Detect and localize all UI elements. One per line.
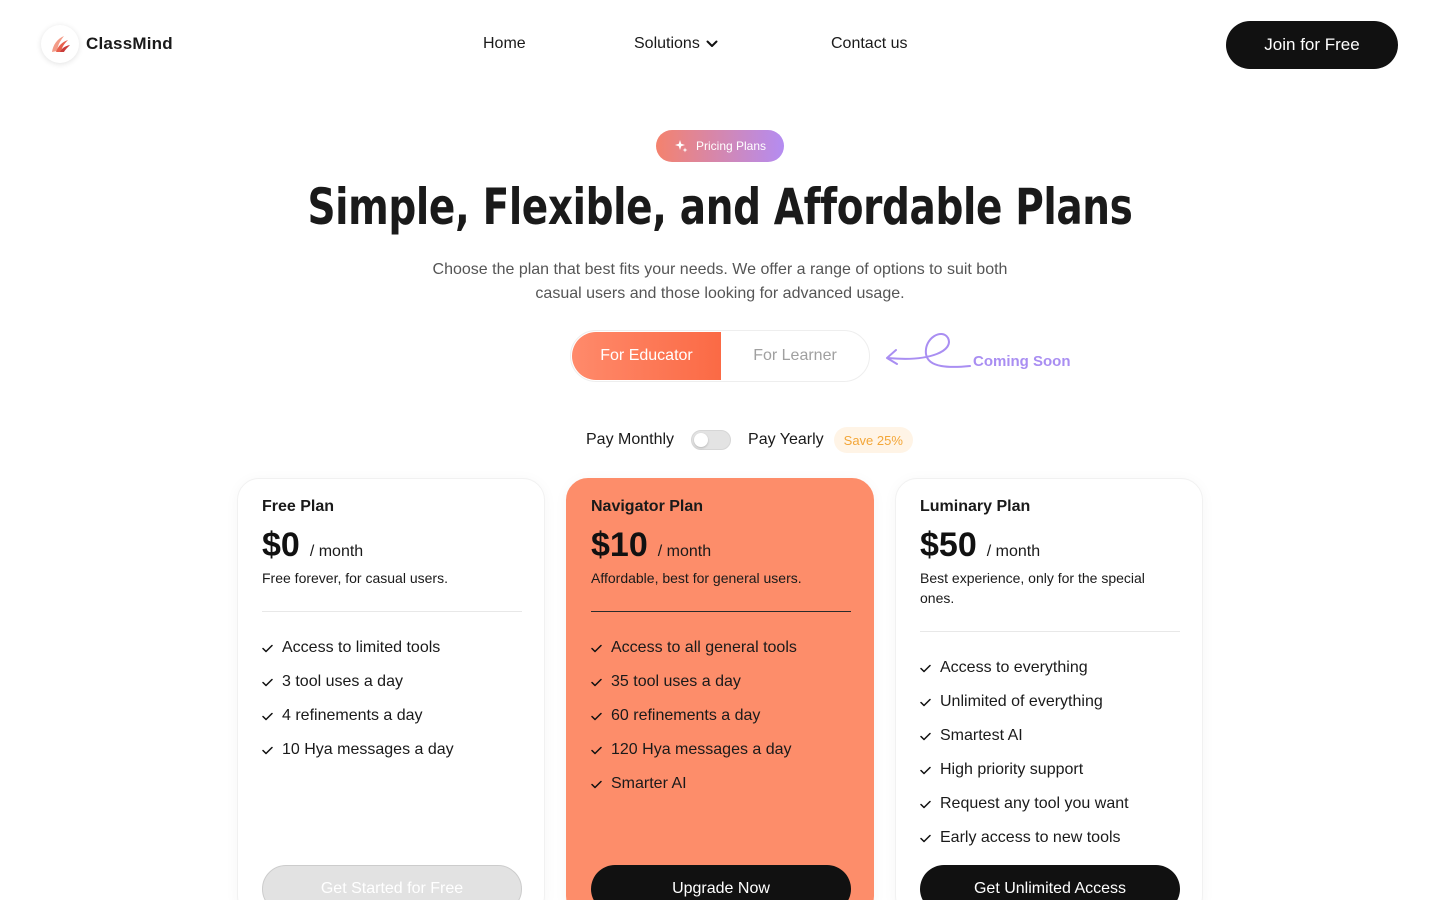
feature-list: Access to all general tools 35 tool uses … bbox=[591, 631, 797, 801]
plan-price: $0 / month bbox=[262, 526, 363, 565]
check-icon bbox=[591, 712, 602, 720]
chevron-down-icon bbox=[706, 40, 718, 47]
upgrade-now-button[interactable]: Upgrade Now bbox=[591, 865, 851, 900]
price-amount: $10 bbox=[591, 526, 648, 564]
feature-item: Access to all general tools bbox=[591, 631, 797, 665]
get-unlimited-access-button[interactable]: Get Unlimited Access bbox=[920, 865, 1180, 900]
wing-logo-icon bbox=[41, 25, 79, 63]
nav-solutions-dropdown[interactable]: Solutions bbox=[634, 35, 718, 53]
check-icon bbox=[920, 834, 931, 842]
check-icon bbox=[591, 780, 602, 788]
plan-price: $50 / month bbox=[920, 526, 1040, 565]
check-icon bbox=[591, 746, 602, 754]
plan-description: Best experience, only for the special on… bbox=[920, 570, 1145, 606]
feature-text: 60 refinements a day bbox=[611, 707, 761, 724]
feature-item: Smartest AI bbox=[920, 719, 1129, 753]
price-period: / month bbox=[986, 543, 1041, 560]
check-icon bbox=[920, 800, 931, 808]
price-amount: $50 bbox=[920, 526, 977, 564]
toggle-knob bbox=[694, 433, 709, 447]
feature-list: Access to limited tools 3 tool uses a day… bbox=[262, 631, 454, 767]
plan-card-navigator: Navigator Plan $10 / month Affordable, b… bbox=[566, 478, 874, 900]
card-divider bbox=[591, 611, 851, 612]
card-divider bbox=[262, 611, 522, 612]
check-icon bbox=[920, 698, 931, 706]
price-period: / month bbox=[657, 543, 712, 560]
plan-card-luminary: Luminary Plan $50 / month Best experienc… bbox=[895, 478, 1203, 900]
feature-item: Early access to new tools bbox=[920, 821, 1129, 855]
feature-item: 60 refinements a day bbox=[591, 699, 797, 733]
feature-text: 10 Hya messages a day bbox=[282, 741, 454, 758]
feature-list: Access to everything Unlimited of everyth… bbox=[920, 651, 1129, 855]
audience-switch: For Educator For Learner bbox=[570, 330, 870, 382]
feature-text: Request any tool you want bbox=[940, 795, 1129, 812]
feature-text: Access to all general tools bbox=[611, 639, 797, 656]
feature-text: Smartest AI bbox=[940, 727, 1023, 744]
feature-item: 120 Hya messages a day bbox=[591, 733, 797, 767]
curly-arrow-icon bbox=[886, 333, 971, 368]
billing-toggle-row: Pay Monthly Pay Yearly Save 25% bbox=[586, 427, 913, 453]
save-badge: Save 25% bbox=[833, 427, 913, 453]
feature-text: 120 Hya messages a day bbox=[611, 741, 792, 758]
feature-text: 4 refinements a day bbox=[282, 707, 423, 724]
check-icon bbox=[920, 766, 931, 774]
feature-text: High priority support bbox=[940, 761, 1084, 778]
check-icon bbox=[920, 732, 931, 740]
feature-item: Access to everything bbox=[920, 651, 1129, 685]
price-period: / month bbox=[309, 543, 364, 560]
plan-name: Luminary Plan bbox=[920, 498, 1031, 515]
feature-item: 3 tool uses a day bbox=[262, 665, 454, 699]
billing-toggle[interactable] bbox=[691, 430, 732, 450]
page-subtitle: Choose the plan that best fits your need… bbox=[432, 261, 1008, 302]
check-icon bbox=[920, 664, 931, 672]
nav-contact-link[interactable]: Contact us bbox=[831, 35, 907, 53]
plan-price: $10 / month bbox=[591, 526, 711, 565]
plan-description: Free forever, for casual users. bbox=[262, 570, 448, 586]
feature-text: Access to limited tools bbox=[282, 639, 441, 656]
check-icon bbox=[591, 678, 602, 686]
nav-home-link[interactable]: Home bbox=[483, 35, 526, 53]
check-icon bbox=[262, 678, 273, 686]
pricing-plans-badge: Pricing Plans bbox=[656, 130, 784, 162]
feature-item: 10 Hya messages a day bbox=[262, 733, 454, 767]
check-icon bbox=[262, 712, 273, 720]
check-icon bbox=[262, 644, 273, 652]
check-icon bbox=[262, 746, 273, 754]
plan-card-free: Free Plan $0 / month Free forever, for c… bbox=[237, 478, 545, 900]
coming-soon-label: Coming Soon bbox=[973, 353, 1071, 370]
feature-text: Unlimited of everything bbox=[940, 693, 1103, 710]
feature-text: 3 tool uses a day bbox=[282, 673, 403, 690]
get-started-free-button[interactable]: Get Started for Free bbox=[262, 865, 522, 900]
sparkle-icon bbox=[674, 140, 688, 153]
feature-text: Smarter AI bbox=[611, 775, 687, 792]
join-for-free-button[interactable]: Join for Free bbox=[1226, 21, 1398, 69]
card-divider bbox=[920, 631, 1180, 632]
badge-label: Pricing Plans bbox=[695, 139, 767, 153]
tab-for-educator[interactable]: For Educator bbox=[572, 332, 721, 380]
feature-item: Access to limited tools bbox=[262, 631, 454, 665]
feature-item: Unlimited of everything bbox=[920, 685, 1129, 719]
brand-logo[interactable]: ClassMind bbox=[41, 25, 173, 63]
top-nav: ClassMind Home Solutions Contact us Join… bbox=[0, 0, 1440, 90]
pay-monthly-label: Pay Monthly bbox=[586, 431, 675, 448]
nav-solutions-label: Solutions bbox=[634, 35, 700, 52]
feature-item: 35 tool uses a day bbox=[591, 665, 797, 699]
tab-for-learner[interactable]: For Learner bbox=[721, 332, 869, 380]
pay-yearly-label: Pay Yearly bbox=[748, 431, 824, 448]
price-amount: $0 bbox=[262, 526, 300, 564]
feature-item: 4 refinements a day bbox=[262, 699, 454, 733]
page-title: Simple, Flexible, and Affordable Plans bbox=[307, 178, 1133, 236]
plan-description: Affordable, best for general users. bbox=[591, 570, 802, 586]
plan-name: Navigator Plan bbox=[591, 498, 704, 515]
feature-item: High priority support bbox=[920, 753, 1129, 787]
feature-item: Smarter AI bbox=[591, 767, 797, 801]
brand-name: ClassMind bbox=[86, 34, 173, 53]
plan-name: Free Plan bbox=[262, 498, 335, 515]
feature-text: Access to everything bbox=[940, 659, 1088, 676]
feature-item: Request any tool you want bbox=[920, 787, 1129, 821]
feature-text: 35 tool uses a day bbox=[611, 673, 741, 690]
check-icon bbox=[591, 644, 602, 652]
feature-text: Early access to new tools bbox=[940, 829, 1121, 846]
